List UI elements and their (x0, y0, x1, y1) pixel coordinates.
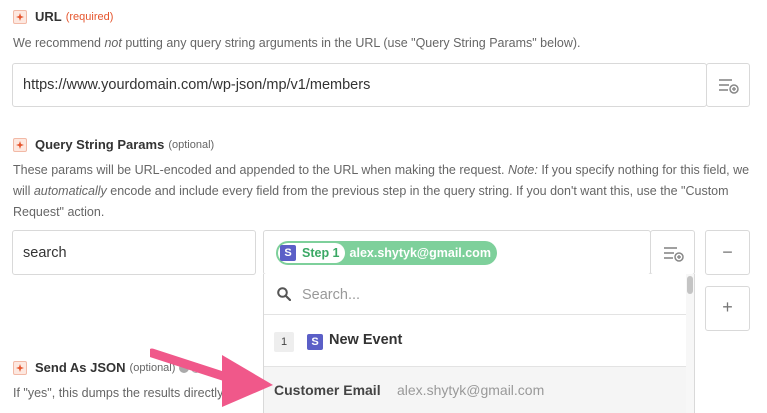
search-placeholder: Search... (302, 287, 361, 303)
step-number: 1 (274, 332, 294, 352)
scrollbar-thumb[interactable] (687, 276, 693, 294)
dropdown-scrollbar[interactable] (686, 274, 694, 413)
dropdown-step-item[interactable]: 1 S New Event (264, 315, 687, 367)
option-label: Customer Email (274, 382, 381, 398)
param-insert-data-button[interactable] (650, 230, 695, 275)
query-params-title: Query String Params (optional) (13, 137, 214, 152)
field-picker-dropdown: Search... 1 S New Event Customer Email a… (263, 274, 695, 413)
app-badge-icon: S (307, 334, 323, 350)
add-param-button[interactable]: + (705, 286, 750, 331)
url-insert-data-button[interactable] (706, 63, 750, 107)
step-name: New Event (329, 332, 403, 348)
remove-param-button[interactable]: − (705, 230, 750, 275)
url-input-value: https://www.yourdomain.com/wp-json/mp/v1… (23, 77, 371, 93)
plus-icon: + (722, 297, 733, 317)
search-icon (277, 287, 291, 301)
optional-label: (optional) (168, 138, 215, 151)
pill-value: alex.shytyk@gmail.com (349, 246, 491, 260)
send-json-label: Send As JSON (35, 360, 126, 375)
pill-step-label: Step 1 (302, 246, 340, 260)
param-key-value: search (23, 245, 67, 261)
mapped-field-pill[interactable]: S Step 1 alex.shytyk@gmail.com (276, 241, 497, 265)
zapier-field-icon (13, 360, 27, 375)
url-label: URL (35, 9, 62, 24)
param-key-input[interactable]: search (12, 230, 256, 275)
url-help-text: We recommend not putting any query strin… (13, 36, 581, 50)
zapier-field-icon (13, 9, 27, 24)
annotation-arrow-icon (150, 348, 273, 407)
minus-icon: − (722, 242, 733, 262)
required-label: (required) (65, 10, 114, 23)
option-value: alex.shytyk@gmail.com (397, 382, 545, 398)
url-field-title: URL (required) (13, 9, 113, 24)
app-badge-icon: S (280, 245, 296, 261)
dropdown-option-customer-email[interactable]: Customer Email alex.shytyk@gmail.com (264, 367, 687, 413)
query-params-label: Query String Params (35, 137, 165, 152)
insert-field-icon (651, 231, 694, 274)
query-params-help-text: These params will be URL-encoded and app… (13, 163, 750, 219)
zapier-field-icon (13, 137, 27, 152)
url-input[interactable]: https://www.yourdomain.com/wp-json/mp/v1… (12, 63, 707, 107)
dropdown-search[interactable]: Search... (264, 274, 687, 315)
insert-field-icon (707, 64, 749, 106)
